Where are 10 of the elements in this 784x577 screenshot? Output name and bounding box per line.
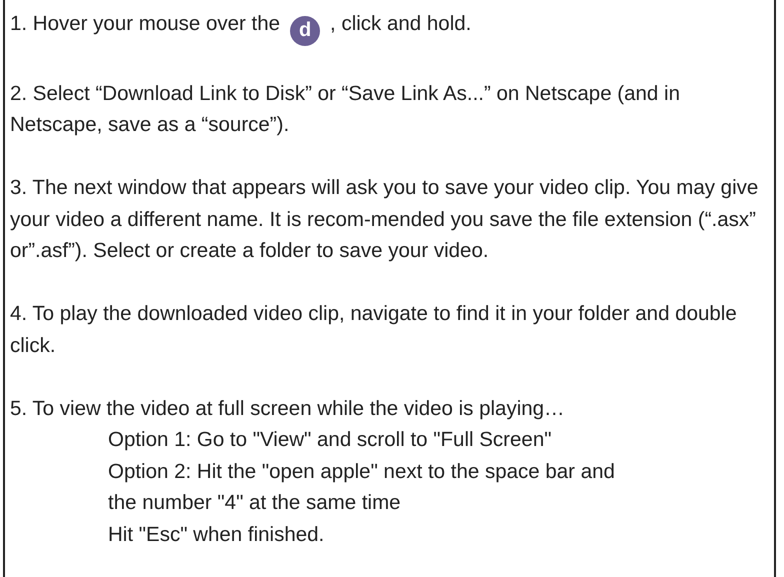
instruction-text: , click and hold. [330,12,472,35]
option-text: Hit "Esc" when finished. [107,522,326,548]
instruction-text: 1. Hover your mouse over the [10,12,280,35]
instruction-text: 3. The next window that appears will ask you to save your video clip. You may give your video a different name. It is recom-mended you save the file extension (“.asx” or”.asf”). Select or create a folder to save your video. [10,175,760,264]
instruction-text: 2. Select “Download Link to Disk” or “Save Link As...” on Netscape (and in Netscape, save as a “source”). [10,80,681,138]
option-text: Option 2: Hit the "open apple" next to the space bar and the number "4" at the same time [107,458,616,516]
instruction-text: 4. To play the downloaded video clip, navigate to find it in your folder and double click. [10,301,738,358]
d-icon: d [290,16,320,46]
option-text: Option 1: Go to "View" and scroll to "Full Screen" [107,427,552,453]
instruction-text: 5. To view the video at full screen while the video is playing… [10,396,566,422]
